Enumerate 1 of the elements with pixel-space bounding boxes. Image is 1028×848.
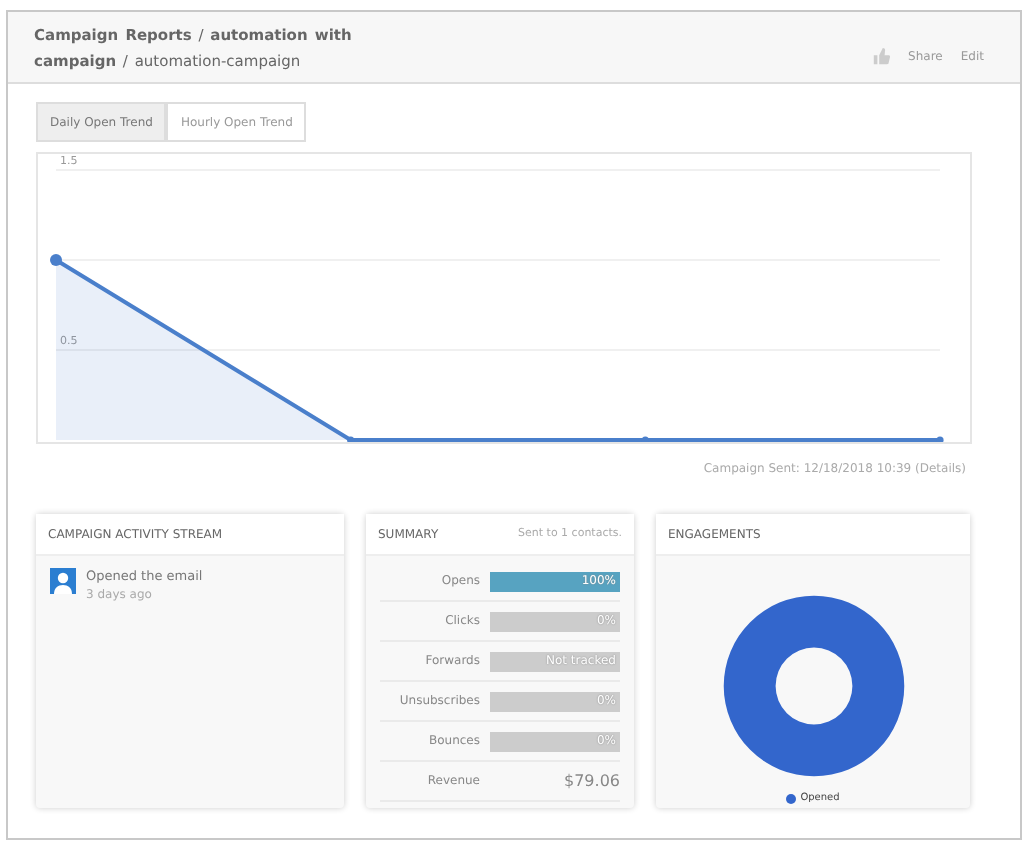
metric-value: $79.06 [562, 772, 620, 790]
